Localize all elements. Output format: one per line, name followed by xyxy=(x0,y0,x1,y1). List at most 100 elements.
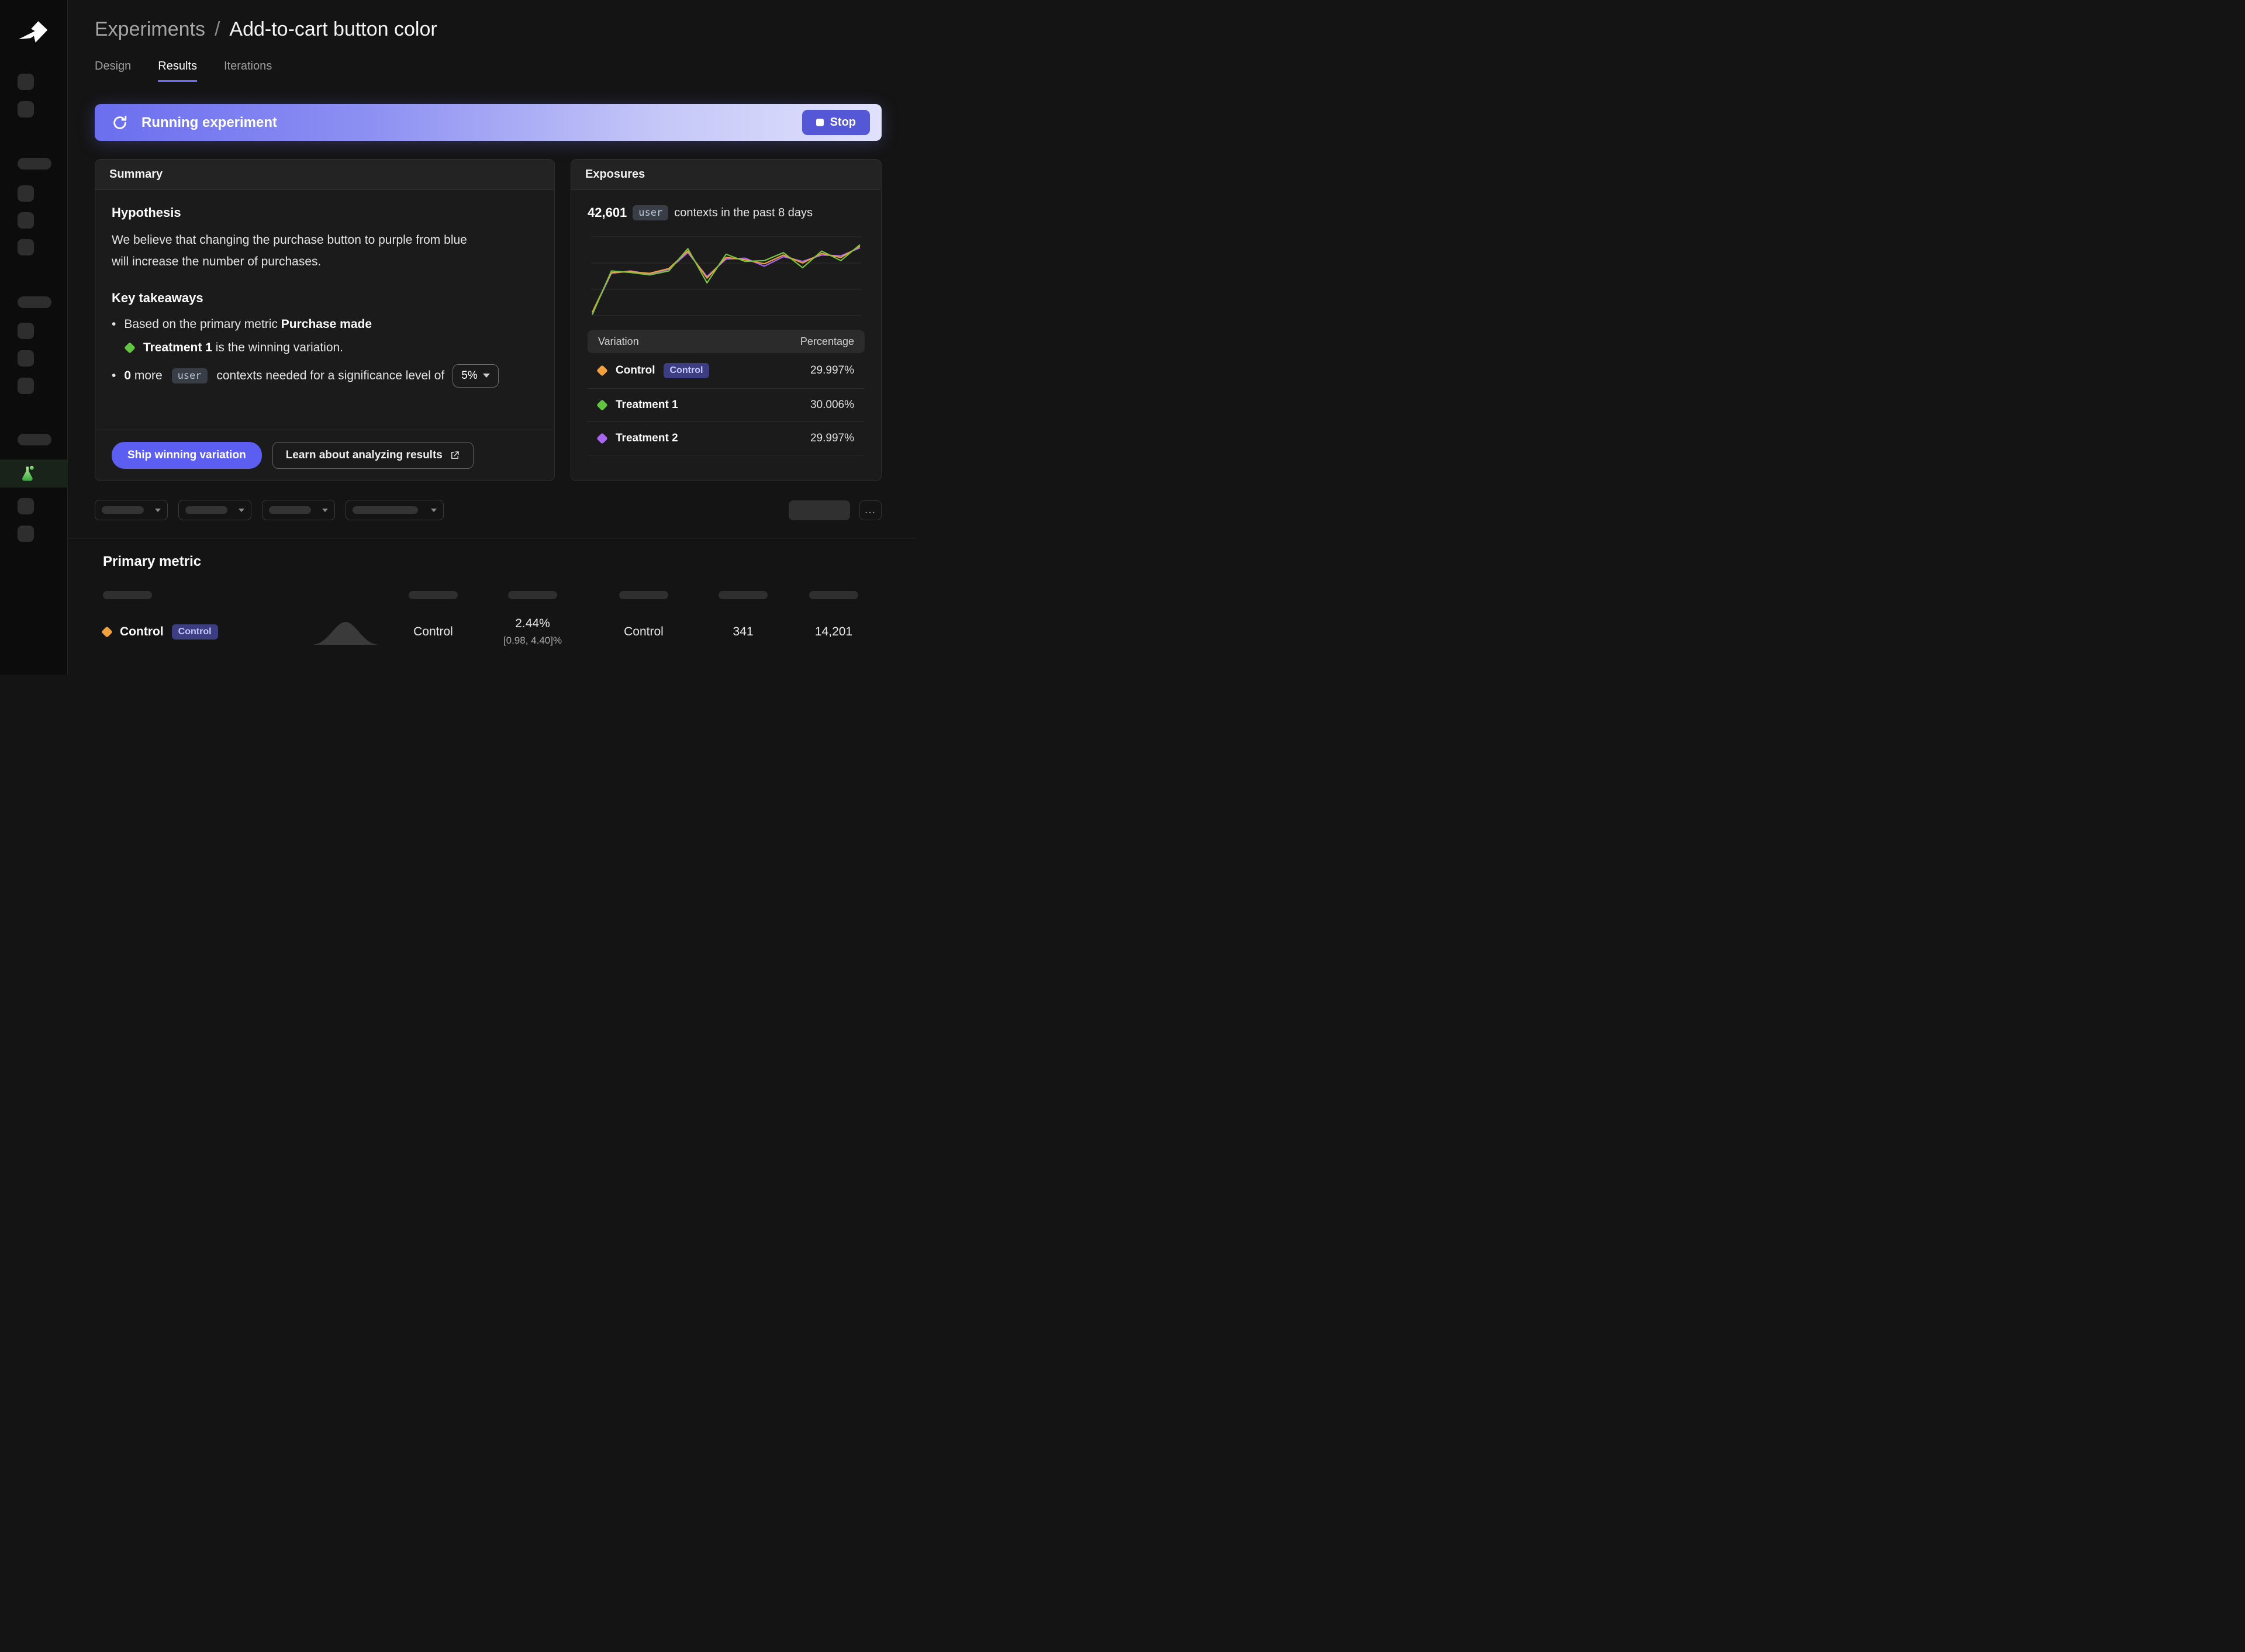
toolbar-button-placeholder[interactable] xyxy=(789,500,850,520)
launchdarkly-logo-icon[interactable] xyxy=(15,14,50,44)
stop-button[interactable]: Stop xyxy=(802,110,870,135)
takeaways-list: Based on the primary metric Purchase mad… xyxy=(112,317,538,388)
filter-bar: … xyxy=(95,500,882,520)
metric-table-header xyxy=(103,591,882,599)
chevron-down-icon xyxy=(155,509,161,512)
column-variation: Variation xyxy=(598,336,639,348)
external-link-icon xyxy=(450,450,460,461)
sidebar xyxy=(0,0,68,675)
winning-variation-name: Treatment 1 xyxy=(143,341,212,355)
nav-item-placeholder[interactable] xyxy=(18,378,34,394)
summary-card: Summary Hypothesis We believe that chang… xyxy=(95,159,555,481)
overflow-menu-button[interactable]: … xyxy=(859,500,882,520)
app-root: Experiments / Add-to-cart button color D… xyxy=(0,0,917,675)
significance-level-select[interactable]: 5% xyxy=(453,364,498,388)
page-title: Add-to-cart button color xyxy=(229,16,437,42)
column-header-placeholder xyxy=(409,591,458,599)
learn-analyzing-results-button[interactable]: Learn about analyzing results xyxy=(272,442,474,469)
significance-level-value: 5% xyxy=(461,369,477,382)
chevron-down-icon xyxy=(431,509,437,512)
nav-item-placeholder[interactable] xyxy=(18,498,34,514)
ship-winning-variation-button[interactable]: Ship winning variation xyxy=(112,442,262,469)
chevron-down-icon xyxy=(483,374,490,378)
takeaway-primary-metric: Based on the primary metric Purchase mad… xyxy=(112,317,538,331)
metric-cell-exposures: 14,201 xyxy=(787,625,880,639)
metric-cell-value: 2.44% [0.98, 4.40]% xyxy=(477,617,588,647)
banner-status-text: Running experiment xyxy=(141,115,277,131)
exposures-card-header: Exposures xyxy=(571,160,881,190)
column-header-placeholder xyxy=(103,591,152,599)
primary-metric-name: Purchase made xyxy=(281,317,372,331)
tab-design[interactable]: Design xyxy=(95,60,131,82)
credible-interval: [0.98, 4.40]% xyxy=(477,635,588,647)
takeaways-heading: Key takeaways xyxy=(112,291,538,306)
tab-iterations[interactable]: Iterations xyxy=(224,60,272,82)
table-row-treatment1: Treatment 1 30.006% xyxy=(588,389,865,422)
stop-button-label: Stop xyxy=(830,116,856,129)
distribution-curve xyxy=(310,619,381,645)
control-diamond-icon xyxy=(101,626,113,638)
filter-select[interactable] xyxy=(262,500,335,520)
nav-item-placeholder[interactable] xyxy=(18,239,34,255)
filter-select[interactable] xyxy=(95,500,168,520)
control-badge: Control xyxy=(664,363,710,378)
takeaway-significance: 0 more user contexts needed for a signif… xyxy=(112,364,538,388)
contexts-needed-count: 0 xyxy=(124,369,131,383)
breadcrumb: Experiments / Add-to-cart button color xyxy=(95,16,882,42)
conversion-rate: 2.44% xyxy=(477,617,588,631)
exposures-count-line: 42,601 user contexts in the past 8 days xyxy=(588,205,865,220)
column-percentage: Percentage xyxy=(800,336,854,348)
context-kind-badge: user xyxy=(633,205,668,220)
nav-section-placeholder xyxy=(18,296,51,308)
metric-table-row: Control Control Control 2.44% [0.98, 4.4… xyxy=(103,617,882,647)
column-header-placeholder xyxy=(508,591,557,599)
experiment-flask-icon xyxy=(19,464,39,483)
chart-gridlines xyxy=(591,237,861,316)
exposures-table-header: Variation Percentage xyxy=(588,330,865,353)
refresh-icon xyxy=(111,114,129,132)
primary-metric-section: Primary metric Control Control xyxy=(95,554,882,647)
filter-select[interactable] xyxy=(178,500,251,520)
hypothesis-text: We believe that changing the purchase bu… xyxy=(112,230,480,273)
cards-row: Summary Hypothesis We believe that chang… xyxy=(95,159,882,481)
sidebar-item-experiments[interactable] xyxy=(0,459,68,488)
column-header-placeholder xyxy=(809,591,858,599)
nav-item-placeholder[interactable] xyxy=(18,185,34,202)
metric-cell-variation: Control xyxy=(389,625,477,639)
winning-variation-line: Treatment 1 is the winning variation. xyxy=(112,341,538,355)
column-header-placeholder xyxy=(619,591,668,599)
table-row-control: Control Control 29.997% xyxy=(588,353,865,389)
nav-item-placeholder[interactable] xyxy=(18,350,34,367)
nav-item-placeholder[interactable] xyxy=(18,212,34,229)
column-header-placeholder xyxy=(719,591,768,599)
main-content: Experiments / Add-to-cart button color D… xyxy=(68,0,917,675)
tab-bar: Design Results Iterations xyxy=(95,60,882,82)
tab-results[interactable]: Results xyxy=(158,60,197,82)
chevron-down-icon xyxy=(239,509,244,512)
exposures-line-chart xyxy=(588,230,865,319)
nav-item-placeholder[interactable] xyxy=(18,101,34,117)
treatment2-diamond-icon xyxy=(596,433,608,444)
summary-card-header: Summary xyxy=(95,160,554,190)
chevron-down-icon xyxy=(322,509,328,512)
nav-item-placeholder[interactable] xyxy=(18,74,34,90)
control-badge: Control xyxy=(172,624,218,640)
nav-section-placeholder xyxy=(18,434,51,445)
nav-section-placeholder xyxy=(18,158,51,170)
hypothesis-heading: Hypothesis xyxy=(112,205,538,220)
primary-metric-heading: Primary metric xyxy=(103,554,882,570)
table-row-treatment2: Treatment 2 29.997% xyxy=(588,422,865,455)
treatment1-diamond-icon xyxy=(124,342,136,354)
breadcrumb-experiments-link[interactable]: Experiments xyxy=(95,16,205,42)
filter-select[interactable] xyxy=(346,500,444,520)
treatment1-diamond-icon xyxy=(596,399,608,411)
metric-cell-variation: Control xyxy=(588,625,699,639)
summary-card-footer: Ship winning variation Learn about analy… xyxy=(95,430,554,481)
breadcrumb-separator: / xyxy=(215,16,220,42)
exposures-count: 42,601 xyxy=(588,205,627,220)
exposures-table: Variation Percentage Control Control 29.… xyxy=(588,330,865,455)
nav-item-placeholder[interactable] xyxy=(18,323,34,339)
context-kind-badge: user xyxy=(172,368,208,383)
running-experiment-banner: Running experiment Stop xyxy=(95,104,882,141)
nav-item-placeholder[interactable] xyxy=(18,526,34,542)
